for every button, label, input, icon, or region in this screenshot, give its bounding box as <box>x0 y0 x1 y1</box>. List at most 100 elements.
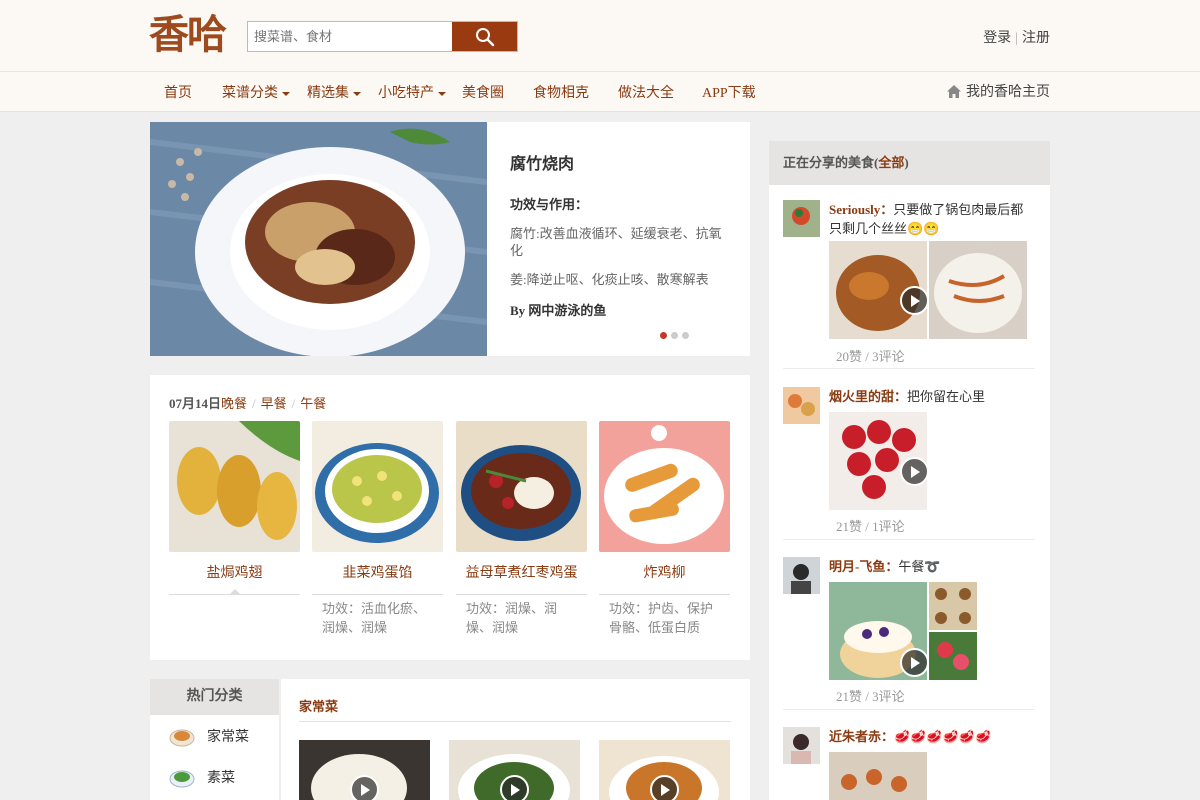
category-content: 家常菜 <box>281 679 750 800</box>
divider <box>783 709 1035 710</box>
meal-name-text: 盐焗鸡翅 <box>206 566 263 581</box>
post-image[interactable] <box>829 752 927 800</box>
play-icon[interactable] <box>900 648 929 677</box>
category-title[interactable]: 家常菜 <box>299 696 338 715</box>
avatar[interactable] <box>783 557 820 594</box>
post-user[interactable]: 近朱者赤： <box>829 729 894 744</box>
avatar[interactable] <box>783 727 820 764</box>
search-button[interactable] <box>452 22 517 51</box>
post-image[interactable] <box>929 582 977 630</box>
post-stats: 20赞 / 3评论 <box>836 349 905 364</box>
caret-down-icon <box>282 91 290 96</box>
meal-name[interactable]: 韭菜鸡蛋馅 <box>312 562 443 595</box>
carousel-dot[interactable] <box>671 332 678 339</box>
avatar[interactable] <box>783 387 820 424</box>
meal-date: 07月14日 <box>169 396 222 411</box>
category-item[interactable]: 家常菜 <box>150 715 279 756</box>
post-user[interactable]: 烟火里的甜： <box>829 389 907 404</box>
feed-all-link[interactable]: 全部 <box>878 155 904 170</box>
post-image[interactable] <box>929 632 977 680</box>
post-text: 明月-飞鱼：午餐➰ <box>829 557 1035 576</box>
post-user[interactable]: 明月-飞鱼： <box>829 559 898 574</box>
meal-effect: 功效：润燥、润燥、润燥 <box>466 601 558 635</box>
nav-label: 小吃特产 <box>378 86 434 101</box>
meal-image[interactable] <box>312 421 443 552</box>
meal-name[interactable]: 盐焗鸡翅 <box>169 562 300 595</box>
tab-breakfast[interactable]: 早餐 <box>261 396 287 411</box>
search-input[interactable] <box>248 22 452 51</box>
post-text: 近朱者赤：🥩🥩🥩🥩🥩🥩 <box>829 727 1035 746</box>
post-image[interactable] <box>829 582 929 680</box>
divider <box>783 368 1035 369</box>
meal-name[interactable]: 益母草煮红枣鸡蛋 <box>456 562 587 595</box>
nav-food-circle[interactable]: 美食圈 <box>462 82 504 102</box>
post-image[interactable] <box>829 241 929 339</box>
featured-recipe-title[interactable]: 腐竹烧肉 <box>510 150 730 174</box>
meal-name-text: 炸鸡柳 <box>643 566 686 581</box>
avatar-image <box>783 557 820 594</box>
meal-name[interactable]: 炸鸡柳 <box>599 562 730 595</box>
login-link[interactable]: 登录 <box>983 31 1011 46</box>
site-logo[interactable]: 香哈 <box>149 12 227 58</box>
caret-down-icon <box>438 91 446 96</box>
post-image[interactable] <box>929 241 1027 339</box>
effect-line: 腐竹:改善血液循环、延缓衰老、抗氧化 <box>510 226 722 258</box>
my-home-link[interactable]: 我的香哈主页 <box>946 81 1050 101</box>
nav-methods[interactable]: 做法大全 <box>618 82 674 102</box>
post-content: 🥩🥩🥩🥩🥩🥩 <box>894 729 992 744</box>
post-image-illustration <box>929 241 1027 339</box>
play-icon[interactable] <box>350 775 379 800</box>
avatar-image <box>783 387 820 424</box>
meal-card[interactable]: 炸鸡柳 功效：护齿、保护骨骼、低蛋白质 <box>599 421 730 637</box>
carousel-dot[interactable] <box>660 332 667 339</box>
caret-down-icon <box>353 91 361 96</box>
nav-label: 精选集 <box>307 86 349 101</box>
feed-heading-text: 正在分享的美食( <box>783 155 879 170</box>
meal-card[interactable]: 韭菜鸡蛋馅 功效：活血化瘀、润燥、润燥 <box>312 421 443 637</box>
recipe-thumbnail[interactable] <box>299 740 430 800</box>
play-icon[interactable] <box>650 775 679 800</box>
home-icon <box>947 84 961 98</box>
meal-image[interactable] <box>599 421 730 552</box>
search-icon <box>475 27 494 46</box>
nav-snacks[interactable]: 小吃特产 <box>378 82 446 102</box>
hot-categories-heading: 热门分类 <box>150 679 279 715</box>
play-icon[interactable] <box>900 286 929 315</box>
tab-separator: / <box>291 396 296 411</box>
tab-lunch[interactable]: 午餐 <box>300 396 326 411</box>
avatar[interactable] <box>783 200 820 237</box>
post-user[interactable]: Seriously： <box>829 202 893 217</box>
nav-food-conflicts[interactable]: 食物相克 <box>533 82 589 102</box>
top-header: 香哈 登录 | 注册 <box>0 0 1200 72</box>
nav-label: 菜谱分类 <box>222 86 278 101</box>
featured-recipe: 腐竹烧肉 功效与作用： 腐竹:改善血液循环、延缓衰老、抗氧化 姜:降逆止呕、化痰… <box>150 122 750 356</box>
tab-dinner[interactable]: 晚餐 <box>221 396 247 411</box>
nav-featured[interactable]: 精选集 <box>307 82 361 102</box>
feed-heading: 正在分享的美食(全部) <box>769 141 1050 185</box>
meal-image[interactable] <box>456 421 587 552</box>
post-text: 烟火里的甜：把你留在心里 <box>829 387 1035 406</box>
nav-app-download[interactable]: APP下载 <box>702 82 756 102</box>
carousel-dot[interactable] <box>682 332 689 339</box>
effect-line: 姜:降逆止呕、化痰止咳、散寒解表 <box>510 272 709 287</box>
meal-card[interactable]: 盐焗鸡翅 <box>169 421 300 599</box>
featured-author[interactable]: By 网中游泳的鱼 <box>510 300 730 319</box>
recipe-thumbnail[interactable] <box>449 740 580 800</box>
category-item[interactable]: 素菜 <box>150 756 279 797</box>
post-images <box>829 752 927 800</box>
search-bar <box>247 21 518 52</box>
post-image[interactable] <box>829 412 929 510</box>
my-home-label: 我的香哈主页 <box>966 85 1050 100</box>
featured-recipe-image[interactable] <box>150 122 487 356</box>
meal-card[interactable]: 益母草煮红枣鸡蛋 功效：润燥、润燥、润燥 <box>456 421 587 637</box>
tab-separator: / <box>252 396 256 411</box>
nav-recipe-categories[interactable]: 菜谱分类 <box>222 82 290 102</box>
play-icon[interactable] <box>500 775 529 800</box>
register-link[interactable]: 注册 <box>1022 31 1050 46</box>
post-images <box>829 241 1027 339</box>
play-icon[interactable] <box>900 457 929 486</box>
meal-image[interactable] <box>169 421 300 552</box>
post-stats: 21赞 / 1评论 <box>836 519 905 534</box>
recipe-thumbnail[interactable] <box>599 740 730 800</box>
nav-home[interactable]: 首页 <box>164 82 192 102</box>
